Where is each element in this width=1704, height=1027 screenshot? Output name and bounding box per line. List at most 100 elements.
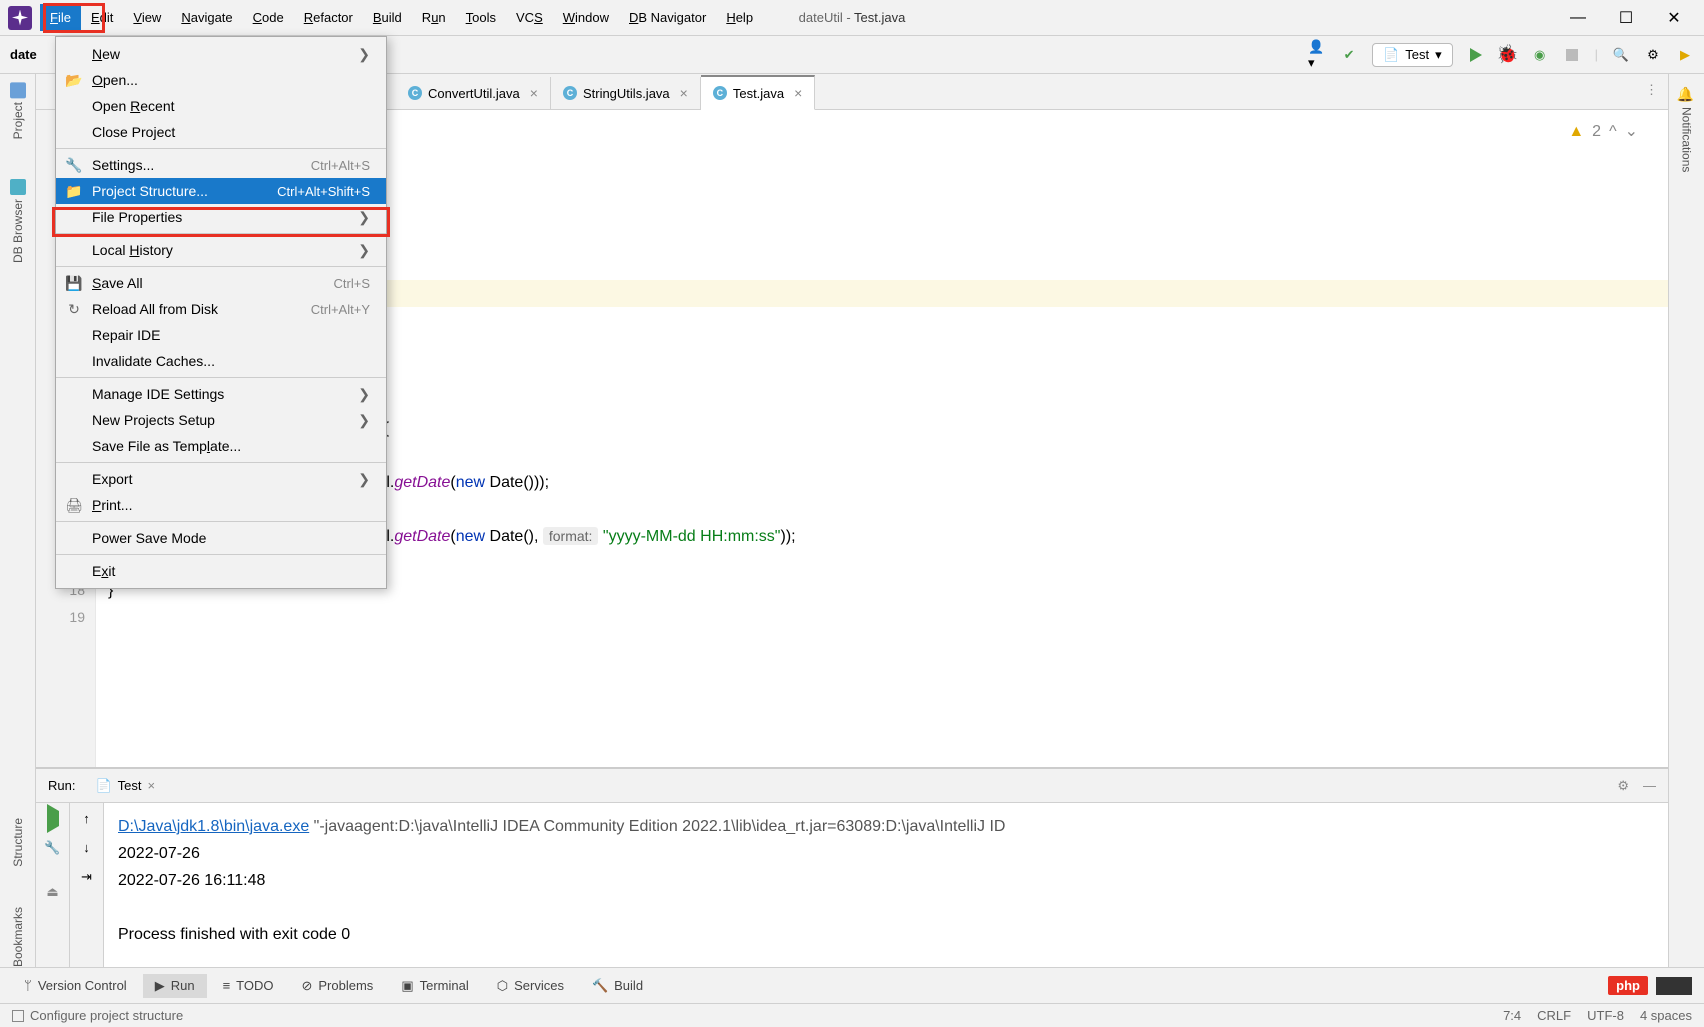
bottom-run[interactable]: ▶Run xyxy=(143,974,207,998)
sidebar-project[interactable]: Project xyxy=(10,82,26,139)
menu-build[interactable]: Build xyxy=(363,4,412,31)
menu-tools[interactable]: Tools xyxy=(456,4,506,31)
sidebar-db-browser[interactable]: DB Browser xyxy=(10,179,26,263)
up-arrow-icon[interactable]: ↑ xyxy=(83,811,90,826)
file-menu-open-recent[interactable]: Open Recent xyxy=(56,93,386,119)
wrench-icon[interactable]: 🔧 xyxy=(44,840,60,856)
minimize-button[interactable]: — xyxy=(1568,8,1588,28)
menu-item-label: Local History xyxy=(92,242,173,258)
cursor-position[interactable]: 7:4 xyxy=(1503,1008,1521,1023)
close-icon[interactable]: × xyxy=(794,85,802,101)
run-output[interactable]: D:\Java\jdk1.8\bin\java.exe "-javaagent:… xyxy=(104,803,1668,967)
file-menu-exit[interactable]: Exit xyxy=(56,558,386,584)
run-config-label: Test xyxy=(1405,47,1429,62)
file-menu-local-history[interactable]: Local History❯ xyxy=(56,237,386,263)
php-badge: php xyxy=(1608,976,1648,995)
debug-button[interactable]: 🐞 xyxy=(1499,46,1517,64)
tab-convertutil[interactable]: CConvertUtil.java× xyxy=(396,77,551,109)
line-separator[interactable]: CRLF xyxy=(1537,1008,1571,1023)
file-menu-reload-all-from-disk[interactable]: ↻Reload All from DiskCtrl+Alt+Y xyxy=(56,296,386,322)
run-tab-test[interactable]: 📄 Test × xyxy=(85,774,165,798)
file-menu-settings[interactable]: 🔧Settings...Ctrl+Alt+S xyxy=(56,152,386,178)
status-checkbox[interactable] xyxy=(12,1010,24,1022)
settings-icon[interactable]: ⚙ xyxy=(1644,46,1662,64)
file-menu-new[interactable]: New❯ xyxy=(56,41,386,67)
print-icon: 🖨 xyxy=(66,497,82,513)
close-icon[interactable]: × xyxy=(530,85,538,101)
bottom-build[interactable]: 🔨Build xyxy=(580,974,655,998)
sidebar-structure[interactable]: Structure xyxy=(11,818,25,867)
run-config-icon: 📄 xyxy=(1383,47,1399,63)
file-menu-repair-ide[interactable]: Repair IDE xyxy=(56,322,386,348)
next-highlight-icon[interactable]: ⌄ xyxy=(1625,118,1638,145)
file-menu-close-project[interactable]: Close Project xyxy=(56,119,386,145)
menu-help[interactable]: Help xyxy=(716,4,763,31)
more-icon[interactable]: ▶ xyxy=(1676,46,1694,64)
tabs-menu-icon[interactable]: ⋮ xyxy=(1645,82,1658,98)
indent-info[interactable]: 4 spaces xyxy=(1640,1008,1692,1023)
editor-inspections[interactable]: ▲ 2 ^ ⌄ xyxy=(1568,118,1638,145)
file-menu-save-file-as-template[interactable]: Save File as Template... xyxy=(56,433,386,459)
menu-refactor[interactable]: Refactor xyxy=(294,4,363,31)
user-icon[interactable]: 👤▾ xyxy=(1308,46,1326,64)
exit-icon[interactable]: ⏏ xyxy=(46,884,58,900)
menu-code[interactable]: Code xyxy=(243,4,294,31)
terminal-icon: ▣ xyxy=(401,978,413,994)
submenu-arrow-icon: ❯ xyxy=(358,386,370,403)
folder-icon: 📂 xyxy=(66,72,82,88)
bottom-terminal[interactable]: ▣Terminal xyxy=(389,974,480,998)
run-panel: Run: 📄 Test × ⚙ — 🔧 ⏏ xyxy=(36,767,1668,967)
hammer-icon[interactable]: ✔ xyxy=(1340,46,1358,64)
file-menu-export[interactable]: Export❯ xyxy=(56,466,386,492)
warning-icon: ▲ xyxy=(1568,118,1584,145)
file-menu-invalidate-caches[interactable]: Invalidate Caches... xyxy=(56,348,386,374)
menu-item-label: File Properties xyxy=(92,209,182,225)
file-menu-file-properties[interactable]: File Properties❯ xyxy=(56,204,386,230)
right-sidebar: 🔔Notifications xyxy=(1668,74,1704,967)
file-menu-new-projects-setup[interactable]: New Projects Setup❯ xyxy=(56,407,386,433)
menu-edit[interactable]: Edit xyxy=(81,4,123,31)
menu-view[interactable]: View xyxy=(123,4,171,31)
run-config-selector[interactable]: 📄 Test ▾ xyxy=(1372,43,1453,67)
search-icon[interactable]: 🔍 xyxy=(1612,46,1630,64)
close-button[interactable]: ✕ xyxy=(1664,8,1684,28)
menu-db-navigator[interactable]: DB Navigator xyxy=(619,4,716,31)
tab-test[interactable]: CTest.java× xyxy=(701,75,816,110)
file-menu-manage-ide-settings[interactable]: Manage IDE Settings❯ xyxy=(56,381,386,407)
menu-file[interactable]: File xyxy=(40,4,81,31)
sidebar-notifications[interactable]: 🔔Notifications xyxy=(1679,86,1695,172)
prev-highlight-icon[interactable]: ^ xyxy=(1609,118,1617,145)
run-panel-title: Run: xyxy=(48,778,75,793)
file-menu-project-structure[interactable]: 📁Project Structure...Ctrl+Alt+Shift+S xyxy=(56,178,386,204)
bottom-problems[interactable]: ⊘Problems xyxy=(289,974,385,998)
file-menu-save-all[interactable]: 💾Save AllCtrl+S xyxy=(56,270,386,296)
menu-item-label: Open... xyxy=(92,72,138,88)
down-arrow-icon[interactable]: ↓ xyxy=(83,840,90,855)
maximize-button[interactable]: ☐ xyxy=(1616,8,1636,28)
coverage-button[interactable]: ◉ xyxy=(1531,46,1549,64)
menu-shortcut: Ctrl+Alt+Shift+S xyxy=(277,184,370,199)
sidebar-bookmarks[interactable]: Bookmarks xyxy=(11,907,25,967)
run-button[interactable] xyxy=(1467,46,1485,64)
stop-button[interactable] xyxy=(1563,46,1581,64)
bottom-version-control[interactable]: ᛘVersion Control xyxy=(12,974,139,997)
menu-vcs[interactable]: VCS xyxy=(506,4,553,31)
menu-item-label: Project Structure... xyxy=(92,183,208,199)
menu-window[interactable]: Window xyxy=(553,4,619,31)
hide-icon[interactable]: — xyxy=(1643,778,1656,794)
menu-navigate[interactable]: Navigate xyxy=(171,4,242,31)
rerun-icon[interactable] xyxy=(47,811,59,826)
file-menu-open[interactable]: 📂 Open... xyxy=(56,67,386,93)
close-icon[interactable]: × xyxy=(680,85,688,101)
wrap-icon[interactable]: ⇥ xyxy=(81,869,92,885)
bottom-todo[interactable]: ≡TODO xyxy=(211,974,286,997)
file-encoding[interactable]: UTF-8 xyxy=(1587,1008,1624,1023)
submenu-arrow-icon: ❯ xyxy=(358,471,370,488)
file-menu-print[interactable]: 🖨Print... xyxy=(56,492,386,518)
file-menu-power-save-mode[interactable]: Power Save Mode xyxy=(56,525,386,551)
bottom-services[interactable]: ⬡Services xyxy=(485,974,576,998)
gear-icon[interactable]: ⚙ xyxy=(1617,778,1629,794)
menu-run[interactable]: Run xyxy=(412,4,456,31)
close-icon[interactable]: × xyxy=(148,778,156,793)
tab-stringutils[interactable]: CStringUtils.java× xyxy=(551,77,701,109)
